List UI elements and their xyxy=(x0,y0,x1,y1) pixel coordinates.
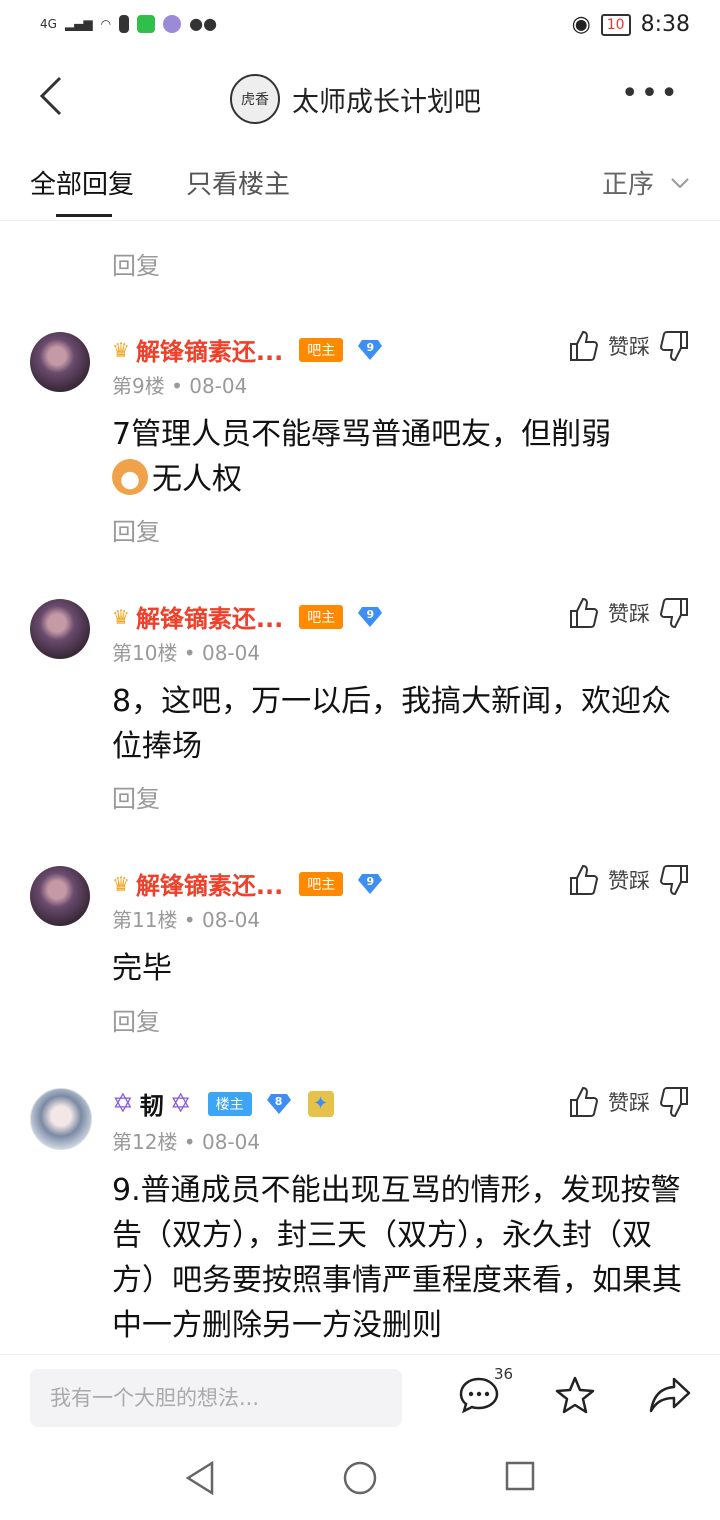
like-dislike-group[interactable]: 赞踩 xyxy=(568,1086,690,1118)
username-row[interactable]: ♛ 解锋镝素还... 吧主 9 xyxy=(112,866,383,901)
circle-home-icon xyxy=(343,1461,377,1495)
post-meta: 第9楼 • 08-04 xyxy=(112,374,248,398)
doge-emoji-icon xyxy=(112,459,148,495)
post-meta: 第10楼 • 08-04 xyxy=(112,641,261,665)
username: 韧 xyxy=(139,1092,164,1120)
username: 解锋镝素还... xyxy=(135,605,284,633)
crown-icon: ♛ xyxy=(112,604,130,629)
like-dislike-group[interactable]: 赞踩 xyxy=(568,864,690,896)
post-meta: 第12楼 • 08-04 xyxy=(112,1130,261,1154)
star-of-david-icon: ✡ xyxy=(112,1088,134,1119)
like-label: 赞踩 xyxy=(608,602,650,626)
avatar[interactable] xyxy=(30,599,90,659)
nav-home-button[interactable] xyxy=(342,1460,378,1500)
clock: 8:38 xyxy=(640,12,690,37)
post-content: 9.普通成员不能出现互骂的情形，发现按警告（双方），封三天（双方），永久封（双方… xyxy=(112,1173,682,1343)
thumbs-down-icon[interactable] xyxy=(660,1086,690,1118)
username-row[interactable]: ♛ 解锋镝素还... 吧主 9 xyxy=(112,332,383,367)
username: 解锋镝素还... xyxy=(135,872,284,900)
level-diamond-icon: 9 xyxy=(357,606,383,628)
forum-title: 太师成长计划吧 xyxy=(292,86,481,118)
avatar[interactable] xyxy=(30,332,90,392)
star-of-david-icon: ✡ xyxy=(169,1088,192,1119)
more-menu-button[interactable]: ••• xyxy=(621,76,680,111)
favorite-button[interactable] xyxy=(554,1375,596,1419)
username-row[interactable]: ✡ 韧 ✡ 楼主 8 ✦ xyxy=(112,1086,334,1121)
thumbs-up-icon[interactable] xyxy=(568,330,598,362)
tab-only-op[interactable]: 只看楼主 xyxy=(186,164,290,201)
sort-label: 正序 xyxy=(601,170,654,200)
medal-icon: ✦ xyxy=(307,1090,334,1117)
level-diamond-icon: 9 xyxy=(357,339,383,361)
like-label: 赞踩 xyxy=(608,869,650,893)
notification-icon xyxy=(119,14,130,33)
reply-tabs: 全部回复 只看楼主 正序 xyxy=(0,146,720,221)
reply-button[interactable]: 回复 xyxy=(112,512,160,547)
post-content: 完毕 xyxy=(112,951,172,986)
like-dislike-group[interactable]: 赞踩 xyxy=(568,597,690,629)
tab-underline xyxy=(56,214,112,217)
post-content: 8，这吧，万一以后，我搞大新闻，欢迎众位捧场 xyxy=(112,684,672,764)
crown-icon: ♛ xyxy=(112,871,130,896)
battery-indicator: 10 xyxy=(600,13,631,36)
username-row[interactable]: ♛ 解锋镝素还... 吧主 9 xyxy=(112,599,383,634)
reply-button[interactable]: 回复 xyxy=(112,1002,160,1037)
thumbs-down-icon[interactable] xyxy=(660,864,690,896)
thumbs-up-icon[interactable] xyxy=(568,597,598,629)
forum-logo: 虎香 xyxy=(230,74,280,124)
level-diamond-icon: 8 xyxy=(266,1093,292,1115)
status-bar: 4G ▂▄▆ ◠ ●● ◉ 10 8:38 xyxy=(0,0,720,56)
share-arrow-icon xyxy=(649,1377,691,1413)
signal-icon: ▂▄▆ xyxy=(64,16,93,31)
chevron-down-icon xyxy=(671,177,689,188)
tab-all-replies[interactable]: 全部回复 xyxy=(30,164,134,201)
sort-dropdown[interactable]: 正序 xyxy=(602,164,690,201)
system-nav-bar xyxy=(0,1440,720,1520)
post-meta: 第11楼 • 08-04 xyxy=(112,908,261,932)
bazhu-badge: 吧主 xyxy=(299,871,344,896)
square-recents-icon xyxy=(505,1461,535,1491)
eye-icon: ◉ xyxy=(571,12,591,37)
bottom-action-bar: 我有一个大胆的想法... 36 xyxy=(0,1354,720,1441)
title-bar: 虎香 太师成长计划吧 ••• xyxy=(0,56,720,146)
louzhu-badge: 楼主 xyxy=(207,1091,252,1116)
avatar[interactable] xyxy=(30,866,90,926)
like-dislike-group[interactable]: 赞踩 xyxy=(568,330,690,362)
like-label: 赞踩 xyxy=(608,1091,650,1115)
nav-recents-button[interactable] xyxy=(504,1460,536,1496)
network-type: 4G xyxy=(40,16,57,31)
thumbs-up-icon[interactable] xyxy=(568,1086,598,1118)
level-diamond-icon: 9 xyxy=(357,873,383,895)
chevron-left-icon xyxy=(39,76,62,116)
wifi-icon: ◠ xyxy=(100,16,112,31)
app-notification-icon xyxy=(137,14,156,33)
thumbs-up-icon[interactable] xyxy=(568,864,598,896)
triangle-back-icon xyxy=(185,1460,214,1496)
wechat-icon: ●● xyxy=(189,14,218,33)
nav-back-button[interactable] xyxy=(184,1460,216,1500)
reply-button[interactable]: 回复 xyxy=(112,246,160,281)
reply-button[interactable]: 回复 xyxy=(112,779,160,814)
thumbs-down-icon[interactable] xyxy=(660,330,690,362)
reply-input[interactable]: 我有一个大胆的想法... xyxy=(30,1369,402,1427)
post-content: 7管理人员不能辱骂普通吧友，但削弱 无人权 xyxy=(112,417,612,497)
bazhu-badge: 吧主 xyxy=(299,604,344,629)
like-label: 赞踩 xyxy=(608,335,650,359)
music-icon xyxy=(163,14,182,33)
star-icon xyxy=(555,1376,595,1414)
forum-title-group[interactable]: 虎香 太师成长计划吧 xyxy=(230,74,481,124)
bazhu-badge: 吧主 xyxy=(299,337,344,362)
share-button[interactable] xyxy=(648,1375,692,1419)
comment-count: 36 xyxy=(494,1365,514,1383)
back-button[interactable] xyxy=(38,74,64,126)
crown-icon: ♛ xyxy=(112,337,130,362)
username: 解锋镝素还... xyxy=(135,338,284,366)
avatar[interactable] xyxy=(30,1088,92,1150)
thumbs-down-icon[interactable] xyxy=(660,597,690,629)
